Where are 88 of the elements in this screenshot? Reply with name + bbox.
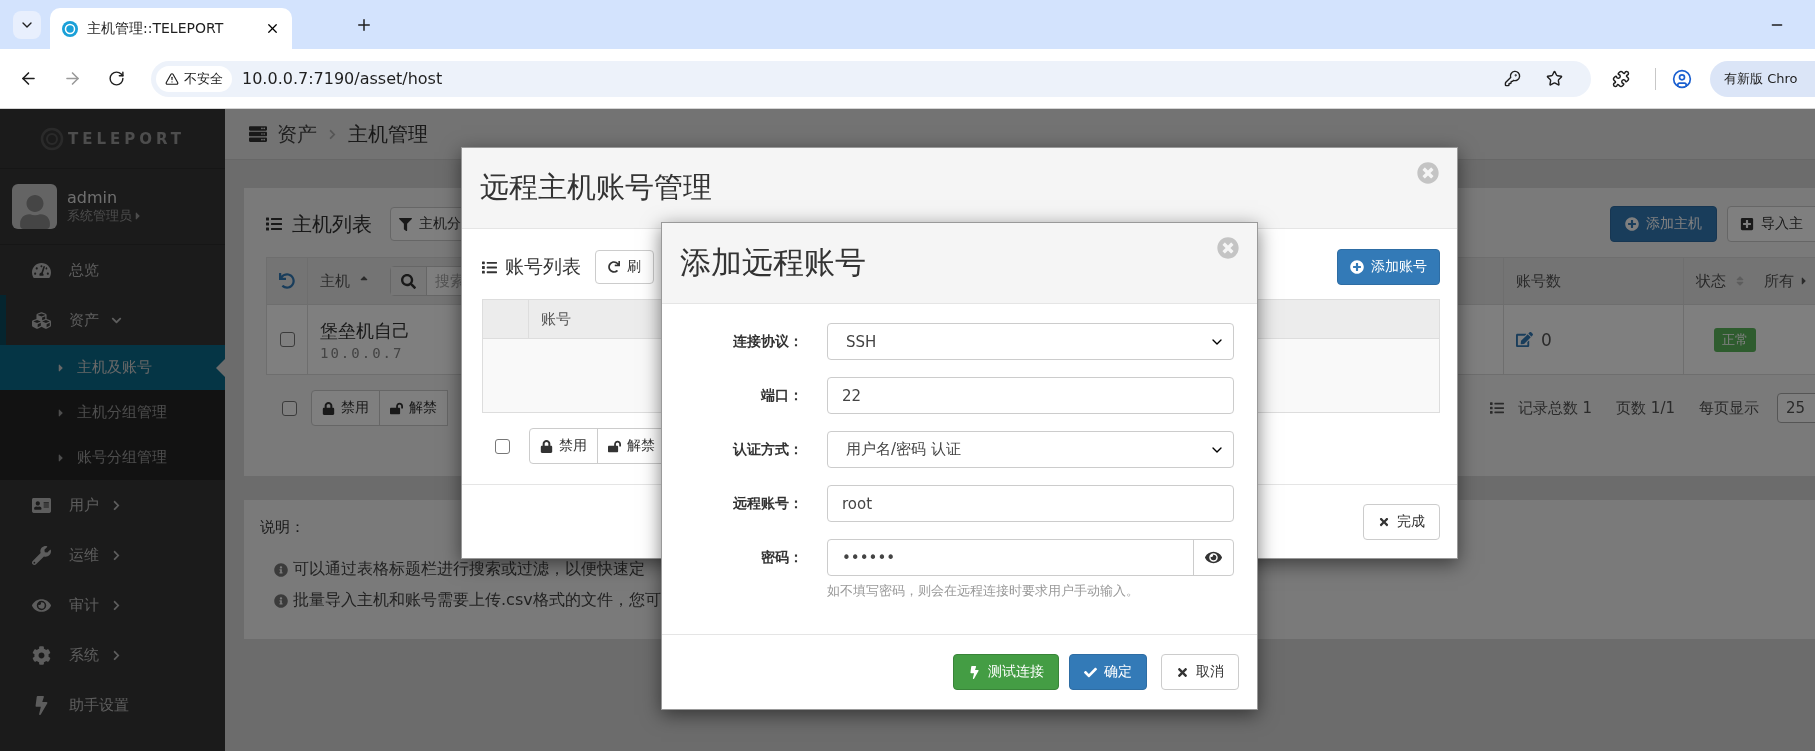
close-icon[interactable] bbox=[265, 21, 280, 36]
bolt-icon bbox=[968, 665, 981, 679]
lock-icon bbox=[540, 439, 553, 453]
list-icon bbox=[1489, 401, 1504, 415]
field-label: 连接协议： bbox=[732, 332, 803, 351]
done-button[interactable]: 完成 bbox=[1363, 503, 1440, 540]
status-badge: 正常 bbox=[1714, 327, 1756, 352]
user-name: admin bbox=[67, 188, 119, 207]
page-count: 页数 1/1 bbox=[1616, 398, 1675, 418]
column-header: 账号数 bbox=[1516, 271, 1561, 291]
nav-item[interactable]: 审计 bbox=[0, 580, 225, 630]
unlock-icon bbox=[608, 439, 621, 453]
close-icon bbox=[1176, 665, 1189, 679]
dialog-button[interactable]: 确定 bbox=[1069, 654, 1147, 690]
checkbox[interactable] bbox=[282, 400, 297, 416]
nav-item[interactable]: 用户 bbox=[0, 480, 225, 530]
search-icon bbox=[401, 273, 416, 289]
host-ip: 10.0.0.7 bbox=[320, 344, 404, 361]
column-header[interactable]: 主机 bbox=[320, 271, 350, 291]
toolbar-button[interactable]: 添加主机 bbox=[1610, 206, 1717, 242]
warning-icon bbox=[165, 71, 179, 86]
nav-item[interactable]: 系统 bbox=[0, 630, 225, 680]
dialog-title: 添加远程账号 bbox=[680, 243, 866, 282]
add-account-button[interactable]: 添加账号 bbox=[1337, 249, 1440, 285]
submenu-item[interactable]: 主机及账号 bbox=[0, 345, 225, 390]
checkbox[interactable] bbox=[495, 438, 510, 454]
nav-icon bbox=[32, 645, 51, 665]
note-text: 可以通过表格标题栏进行搜索或过滤，以便快速定 bbox=[293, 559, 645, 580]
action-button[interactable]: 禁用 bbox=[529, 428, 598, 464]
info-icon bbox=[274, 562, 288, 577]
field-label: 密码： bbox=[760, 548, 803, 567]
field-label: 认证方式： bbox=[731, 440, 803, 459]
nav-icon bbox=[32, 545, 51, 565]
column-header[interactable]: 状态 bbox=[1696, 271, 1726, 291]
avatar-silhouette bbox=[12, 184, 57, 229]
field-label: 远程账号： bbox=[732, 494, 803, 513]
chevron-right-icon bbox=[327, 128, 338, 140]
dialog-button[interactable]: 测试连接 bbox=[953, 654, 1059, 690]
field-label: 端口： bbox=[760, 386, 803, 405]
per-page-select[interactable]: 25 bbox=[1777, 393, 1815, 423]
nav-icon bbox=[32, 495, 51, 515]
password-field[interactable]: •••••• bbox=[827, 539, 1234, 576]
funnel-icon bbox=[399, 217, 412, 231]
refresh-button[interactable]: 刷 bbox=[595, 250, 654, 284]
panel-title: 主机列表 bbox=[266, 210, 372, 238]
notes-title: 说明： bbox=[260, 518, 305, 537]
field-hint: 如不填写密码，则会在远程连接时要求用户手动输入。 bbox=[827, 582, 1140, 600]
per-page-label: 每页显示 bbox=[1699, 398, 1759, 418]
breadcrumb-item[interactable]: 资产 bbox=[277, 120, 317, 148]
refresh-icon bbox=[608, 261, 620, 273]
checkbox[interactable] bbox=[279, 332, 295, 347]
dialog-button[interactable]: 取消 bbox=[1161, 654, 1239, 690]
host-name: 堡垒机自己 bbox=[320, 318, 410, 343]
url-text: 10.0.0.7:7190/asset/host bbox=[242, 69, 444, 88]
nav-item[interactable]: 运维 bbox=[0, 530, 225, 580]
nav-item[interactable]: 总览 bbox=[0, 245, 225, 295]
list-icon bbox=[266, 216, 282, 232]
dropdown-field[interactable]: SSH bbox=[827, 323, 1234, 360]
check-icon bbox=[1084, 665, 1097, 679]
edit-icon[interactable] bbox=[1516, 331, 1533, 348]
password-input[interactable]: •••••• bbox=[828, 540, 1193, 575]
dialog-title: 远程主机账号管理 bbox=[480, 169, 712, 206]
filter-dropdown[interactable]: 所有 bbox=[1764, 271, 1810, 291]
nav-item[interactable]: 助手设置 bbox=[0, 680, 225, 730]
note-text: 批量导入主机和账号需要上传.csv格式的文件，您可 bbox=[293, 590, 661, 611]
text-field[interactable]: 22 bbox=[827, 377, 1234, 414]
column-header: 账号 bbox=[541, 309, 571, 329]
account-count: 0 bbox=[1541, 329, 1552, 350]
unlock-icon bbox=[390, 401, 403, 415]
info-icon bbox=[274, 593, 288, 608]
text-field[interactable]: root bbox=[827, 485, 1234, 522]
server-icon bbox=[249, 125, 267, 143]
breadcrumb-item: 主机管理 bbox=[348, 120, 428, 148]
close-icon bbox=[1378, 515, 1390, 528]
action-button[interactable]: 解禁 bbox=[379, 390, 448, 426]
nav-icon bbox=[32, 310, 51, 330]
update-chip[interactable]: 有新版 Chro bbox=[1710, 60, 1815, 97]
tab-list-button[interactable] bbox=[13, 10, 41, 39]
action-button[interactable]: 禁用 bbox=[311, 390, 380, 426]
security-chip[interactable]: 不安全 bbox=[156, 65, 232, 92]
browser-tab[interactable]: 主机管理::TELEPORT bbox=[50, 8, 292, 49]
dropdown-field[interactable]: 用户名/密码 认证 bbox=[827, 431, 1234, 468]
toolbar-button[interactable]: 导入主 bbox=[1727, 206, 1815, 242]
list-icon bbox=[482, 259, 497, 275]
lock-icon bbox=[322, 401, 335, 415]
address-bar[interactable]: 不安全 10.0.0.7:7190/asset/host bbox=[151, 60, 1591, 97]
nav-icon bbox=[32, 260, 51, 280]
record-total: 记录总数 1 bbox=[1517, 398, 1593, 418]
